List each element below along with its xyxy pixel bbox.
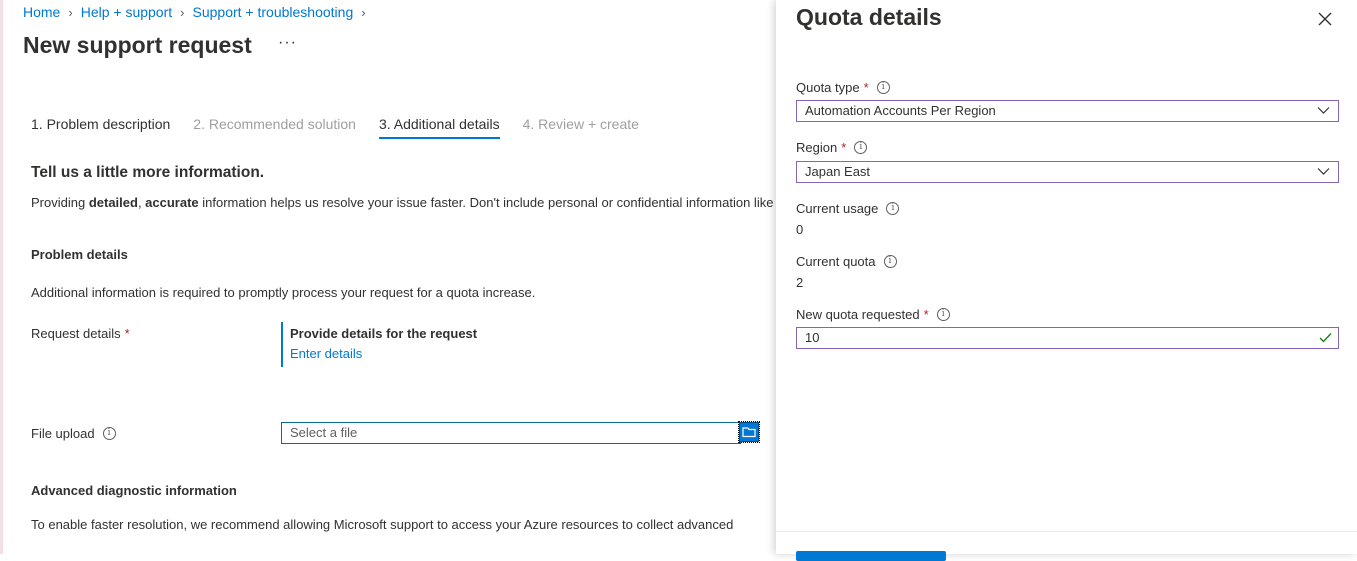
- region-label-text: Region: [796, 140, 838, 155]
- page-title: New support request: [23, 32, 252, 58]
- info-icon[interactable]: i: [876, 81, 890, 94]
- request-details-box: Provide details for the request Enter de…: [281, 322, 477, 367]
- tab-problem-description[interactable]: 1. Problem description: [31, 116, 170, 139]
- info-icon[interactable]: i: [883, 255, 897, 268]
- quota-type-value: Automation Accounts Per Region: [805, 103, 996, 118]
- current-usage-value: 0: [796, 222, 804, 237]
- intro-suffix: information helps us resolve your issue …: [198, 195, 776, 210]
- panel-title: Quota details: [796, 4, 942, 30]
- folder-icon[interactable]: [738, 421, 760, 443]
- tab-additional-details[interactable]: 3. Additional details: [378, 116, 500, 139]
- page-edge: [0, 0, 3, 554]
- new-quota-label: New quota requested * i: [796, 307, 950, 322]
- intro-prefix: Providing: [31, 195, 89, 210]
- chevron-down-icon: [1317, 168, 1330, 175]
- region-label: Region * i: [796, 140, 868, 155]
- current-quota-label: Current quota i: [796, 254, 897, 269]
- current-quota-label-text: Current quota: [796, 254, 876, 269]
- breadcrumb-home[interactable]: Home: [23, 4, 60, 20]
- folder-icon-svg: [742, 427, 756, 438]
- tab-recommended-solution: 2. Recommended solution: [193, 116, 356, 132]
- required-mark: *: [841, 140, 847, 155]
- support-request-page: Home › Help + support › Support + troubl…: [0, 0, 776, 554]
- chevron-right-icon: ›: [180, 4, 185, 20]
- intro-bold-detailed: detailed: [88, 195, 138, 210]
- current-usage-label: Current usage i: [796, 201, 900, 216]
- required-mark: *: [863, 80, 869, 95]
- advanced-diagnostic-text: To enable faster resolution, we recommen…: [31, 517, 734, 532]
- chevron-right-icon: ›: [361, 4, 366, 20]
- problem-details-text: Additional information is required to pr…: [31, 285, 536, 300]
- intro-heading: Tell us a little more information.: [31, 164, 265, 181]
- request-details-label: Request details *: [31, 326, 130, 341]
- quota-type-select[interactable]: Automation Accounts Per Region: [796, 100, 1339, 122]
- panel-footer-divider: [776, 531, 1357, 532]
- quota-type-label-text: Quota type: [796, 80, 860, 95]
- save-button[interactable]: [796, 551, 946, 561]
- new-quota-input[interactable]: 10: [796, 327, 1339, 349]
- checkmark-icon: [1319, 333, 1332, 343]
- new-quota-label-text: New quota requested: [796, 307, 920, 322]
- enter-details-link[interactable]: Enter details: [290, 346, 477, 361]
- close-icon[interactable]: [1316, 10, 1334, 28]
- current-quota-value: 2: [796, 275, 804, 290]
- info-icon[interactable]: i: [854, 141, 868, 154]
- region-select[interactable]: Japan East: [796, 161, 1339, 183]
- intro-text: Providing detailed, accurate information…: [31, 195, 776, 210]
- chevron-right-icon: ›: [68, 4, 73, 20]
- wizard-tabs: 1. Problem description 2. Recommended so…: [31, 116, 662, 139]
- more-icon[interactable]: ···: [278, 34, 297, 52]
- file-upload-input[interactable]: Select a file: [281, 422, 741, 444]
- breadcrumb-help-support[interactable]: Help + support: [81, 4, 172, 20]
- info-icon[interactable]: i: [886, 202, 900, 215]
- info-icon[interactable]: i: [102, 427, 116, 440]
- request-details-label-text: Request details: [31, 326, 121, 341]
- breadcrumb: Home › Help + support › Support + troubl…: [23, 4, 374, 20]
- request-details-title: Provide details for the request: [290, 326, 478, 341]
- new-quota-value: 10: [805, 330, 820, 345]
- region-value: Japan East: [805, 164, 871, 179]
- advanced-diagnostic-heading: Advanced diagnostic information: [31, 483, 237, 498]
- required-mark: *: [124, 326, 130, 341]
- breadcrumb-support-troubleshooting[interactable]: Support + troubleshooting: [193, 4, 354, 20]
- quota-type-label: Quota type * i: [796, 80, 890, 95]
- file-upload-label: File upload i: [31, 426, 116, 441]
- problem-details-heading: Problem details: [31, 247, 128, 262]
- current-usage-label-text: Current usage: [796, 201, 879, 216]
- quota-details-panel: Quota details Quota type * i Automation …: [776, 0, 1357, 561]
- info-icon[interactable]: i: [936, 308, 950, 321]
- tab-review-create: 4. Review + create: [522, 116, 639, 132]
- file-upload-label-text: File upload: [31, 426, 95, 441]
- required-mark: *: [923, 307, 929, 322]
- chevron-down-icon: [1317, 107, 1330, 114]
- intro-bold-accurate: accurate: [145, 195, 199, 210]
